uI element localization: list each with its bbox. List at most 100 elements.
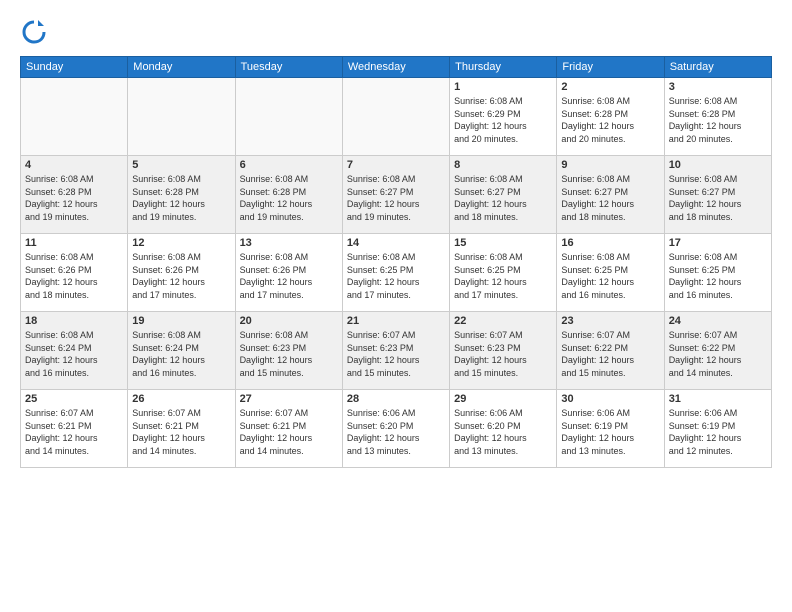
day-number: 29 — [454, 393, 552, 405]
day-number: 8 — [454, 159, 552, 171]
day-number: 18 — [25, 315, 123, 327]
day-info: Sunrise: 6:08 AM Sunset: 6:29 PM Dayligh… — [454, 95, 552, 145]
calendar-cell: 20 Sunrise: 6:08 AM Sunset: 6:23 PM Dayli… — [235, 312, 342, 390]
week-row: 25 Sunrise: 6:07 AM Sunset: 6:21 PM Dayli… — [21, 390, 772, 468]
day-info: Sunrise: 6:06 AM Sunset: 6:20 PM Dayligh… — [347, 407, 445, 457]
calendar-cell: 29 Sunrise: 6:06 AM Sunset: 6:20 PM Dayli… — [450, 390, 557, 468]
day-info: Sunrise: 6:07 AM Sunset: 6:23 PM Dayligh… — [454, 329, 552, 379]
weekday-header: Saturday — [664, 57, 771, 78]
day-number: 9 — [561, 159, 659, 171]
calendar-cell: 4 Sunrise: 6:08 AM Sunset: 6:28 PM Daylig… — [21, 156, 128, 234]
day-info: Sunrise: 6:06 AM Sunset: 6:19 PM Dayligh… — [669, 407, 767, 457]
weekday-header: Thursday — [450, 57, 557, 78]
day-number: 22 — [454, 315, 552, 327]
day-info: Sunrise: 6:08 AM Sunset: 6:28 PM Dayligh… — [240, 173, 338, 223]
day-info: Sunrise: 6:08 AM Sunset: 6:26 PM Dayligh… — [132, 251, 230, 301]
calendar-cell: 6Sunrise: 6:08 AM Sunset: 6:28 PM Daylig… — [235, 156, 342, 234]
calendar-cell: 11 Sunrise: 6:08 AM Sunset: 6:26 PM Dayli… — [21, 234, 128, 312]
day-info: Sunrise: 6:08 AM Sunset: 6:28 PM Dayligh… — [561, 95, 659, 145]
weekday-header: Sunday — [21, 57, 128, 78]
calendar: SundayMondayTuesdayWednesdayThursdayFrid… — [20, 56, 772, 468]
day-number: 16 — [561, 237, 659, 249]
day-info: Sunrise: 6:08 AM Sunset: 6:25 PM Dayligh… — [347, 251, 445, 301]
calendar-cell: 5 Sunrise: 6:08 AM Sunset: 6:28 PM Daylig… — [128, 156, 235, 234]
day-number: 17 — [669, 237, 767, 249]
weekday-header-row: SundayMondayTuesdayWednesdayThursdayFrid… — [21, 57, 772, 78]
day-number: 31 — [669, 393, 767, 405]
weekday-header: Tuesday — [235, 57, 342, 78]
day-number: 7 — [347, 159, 445, 171]
day-number: 2 — [561, 81, 659, 93]
day-info: Sunrise: 6:08 AM Sunset: 6:27 PM Dayligh… — [669, 173, 767, 223]
day-number: 25 — [25, 393, 123, 405]
week-row: 4 Sunrise: 6:08 AM Sunset: 6:28 PM Daylig… — [21, 156, 772, 234]
calendar-cell: 17 Sunrise: 6:08 AM Sunset: 6:25 PM Dayli… — [664, 234, 771, 312]
calendar-cell: 15Sunrise: 6:08 AM Sunset: 6:25 PM Dayli… — [450, 234, 557, 312]
day-info: Sunrise: 6:07 AM Sunset: 6:23 PM Dayligh… — [347, 329, 445, 379]
day-info: Sunrise: 6:08 AM Sunset: 6:27 PM Dayligh… — [347, 173, 445, 223]
day-number: 13 — [240, 237, 338, 249]
day-info: Sunrise: 6:07 AM Sunset: 6:21 PM Dayligh… — [132, 407, 230, 457]
weekday-header: Monday — [128, 57, 235, 78]
calendar-cell: 1 Sunrise: 6:08 AM Sunset: 6:29 PM Daylig… — [450, 78, 557, 156]
logo-icon — [20, 18, 48, 46]
day-number: 1 — [454, 81, 552, 93]
day-number: 4 — [25, 159, 123, 171]
day-number: 14 — [347, 237, 445, 249]
calendar-cell: 31 Sunrise: 6:06 AM Sunset: 6:19 PM Dayli… — [664, 390, 771, 468]
day-info: Sunrise: 6:08 AM Sunset: 6:26 PM Dayligh… — [25, 251, 123, 301]
calendar-cell: 3Sunrise: 6:08 AM Sunset: 6:28 PM Daylig… — [664, 78, 771, 156]
day-info: Sunrise: 6:08 AM Sunset: 6:28 PM Dayligh… — [132, 173, 230, 223]
day-info: Sunrise: 6:08 AM Sunset: 6:24 PM Dayligh… — [132, 329, 230, 379]
calendar-cell: 23Sunrise: 6:07 AM Sunset: 6:22 PM Dayli… — [557, 312, 664, 390]
calendar-cell — [342, 78, 449, 156]
day-info: Sunrise: 6:08 AM Sunset: 6:24 PM Dayligh… — [25, 329, 123, 379]
day-info: Sunrise: 6:08 AM Sunset: 6:26 PM Dayligh… — [240, 251, 338, 301]
day-info: Sunrise: 6:06 AM Sunset: 6:20 PM Dayligh… — [454, 407, 552, 457]
day-number: 28 — [347, 393, 445, 405]
calendar-cell — [21, 78, 128, 156]
day-info: Sunrise: 6:08 AM Sunset: 6:27 PM Dayligh… — [561, 173, 659, 223]
day-info: Sunrise: 6:06 AM Sunset: 6:19 PM Dayligh… — [561, 407, 659, 457]
calendar-cell: 19 Sunrise: 6:08 AM Sunset: 6:24 PM Dayli… — [128, 312, 235, 390]
weekday-header: Friday — [557, 57, 664, 78]
week-row: 18 Sunrise: 6:08 AM Sunset: 6:24 PM Dayli… — [21, 312, 772, 390]
calendar-cell — [128, 78, 235, 156]
day-info: Sunrise: 6:08 AM Sunset: 6:25 PM Dayligh… — [669, 251, 767, 301]
calendar-cell: 8 Sunrise: 6:08 AM Sunset: 6:27 PM Daylig… — [450, 156, 557, 234]
day-info: Sunrise: 6:08 AM Sunset: 6:25 PM Dayligh… — [561, 251, 659, 301]
day-number: 5 — [132, 159, 230, 171]
day-number: 27 — [240, 393, 338, 405]
calendar-cell: 25Sunrise: 6:07 AM Sunset: 6:21 PM Dayli… — [21, 390, 128, 468]
day-info: Sunrise: 6:08 AM Sunset: 6:23 PM Dayligh… — [240, 329, 338, 379]
page: SundayMondayTuesdayWednesdayThursdayFrid… — [0, 0, 792, 612]
calendar-cell: 22 Sunrise: 6:07 AM Sunset: 6:23 PM Dayli… — [450, 312, 557, 390]
calendar-cell: 27 Sunrise: 6:07 AM Sunset: 6:21 PM Dayli… — [235, 390, 342, 468]
day-number: 12 — [132, 237, 230, 249]
day-number: 24 — [669, 315, 767, 327]
day-info: Sunrise: 6:07 AM Sunset: 6:21 PM Dayligh… — [240, 407, 338, 457]
day-number: 30 — [561, 393, 659, 405]
day-number: 20 — [240, 315, 338, 327]
calendar-cell: 12 Sunrise: 6:08 AM Sunset: 6:26 PM Dayli… — [128, 234, 235, 312]
header — [20, 18, 772, 46]
day-number: 10 — [669, 159, 767, 171]
day-info: Sunrise: 6:08 AM Sunset: 6:28 PM Dayligh… — [25, 173, 123, 223]
calendar-cell: 30 Sunrise: 6:06 AM Sunset: 6:19 PM Dayli… — [557, 390, 664, 468]
calendar-cell: 13 Sunrise: 6:08 AM Sunset: 6:26 PM Dayli… — [235, 234, 342, 312]
calendar-cell: 10 Sunrise: 6:08 AM Sunset: 6:27 PM Dayli… — [664, 156, 771, 234]
calendar-cell — [235, 78, 342, 156]
day-number: 15 — [454, 237, 552, 249]
day-number: 26 — [132, 393, 230, 405]
day-info: Sunrise: 6:08 AM Sunset: 6:27 PM Dayligh… — [454, 173, 552, 223]
calendar-cell: 24Sunrise: 6:07 AM Sunset: 6:22 PM Dayli… — [664, 312, 771, 390]
day-number: 11 — [25, 237, 123, 249]
calendar-cell: 18 Sunrise: 6:08 AM Sunset: 6:24 PM Dayli… — [21, 312, 128, 390]
day-info: Sunrise: 6:07 AM Sunset: 6:22 PM Dayligh… — [561, 329, 659, 379]
calendar-cell: 7 Sunrise: 6:08 AM Sunset: 6:27 PM Daylig… — [342, 156, 449, 234]
day-number: 21 — [347, 315, 445, 327]
day-number: 19 — [132, 315, 230, 327]
calendar-cell: 2 Sunrise: 6:08 AM Sunset: 6:28 PM Daylig… — [557, 78, 664, 156]
calendar-cell: 9 Sunrise: 6:08 AM Sunset: 6:27 PM Daylig… — [557, 156, 664, 234]
calendar-cell: 21 Sunrise: 6:07 AM Sunset: 6:23 PM Dayli… — [342, 312, 449, 390]
